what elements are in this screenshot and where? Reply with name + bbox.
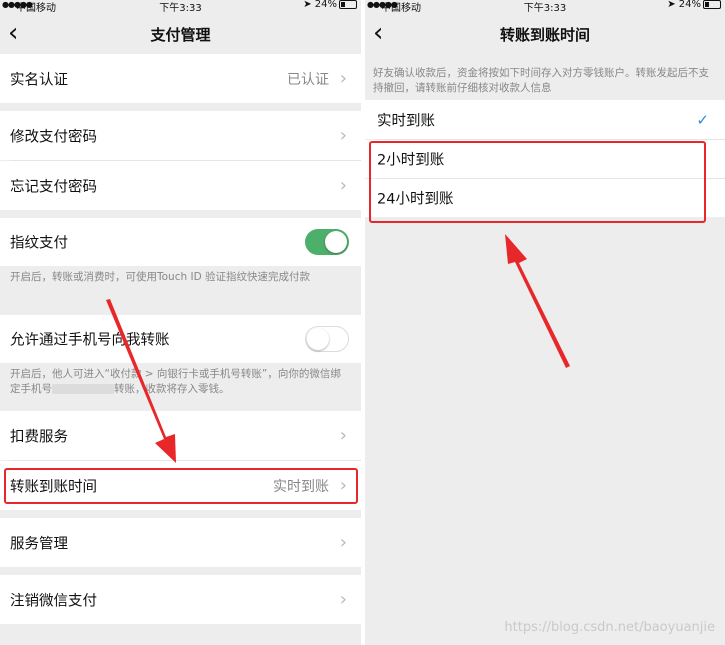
arrow-to-delay-options — [505, 234, 570, 368]
arrow-to-transfer-time — [106, 299, 176, 463]
annotation-arrows — [106, 234, 570, 463]
